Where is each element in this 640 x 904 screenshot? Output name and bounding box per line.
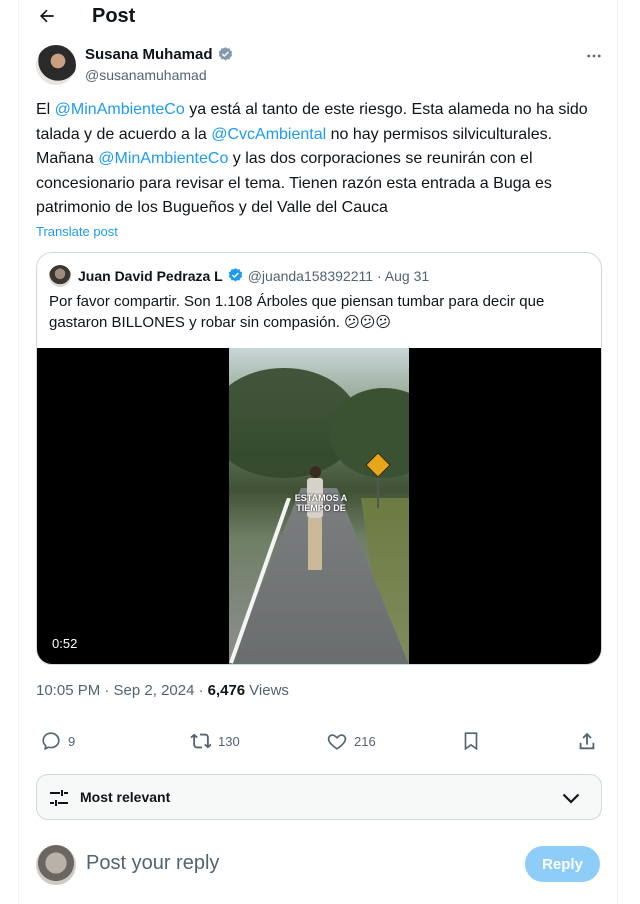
repost-action[interactable]: 130 [190,730,240,752]
video-caption-overlay: ESTAMOS A TIEMPO DE [294,493,348,513]
verified-badge-icon [228,268,242,282]
verified-badge-icon [218,47,232,61]
quoted-post-header: Juan David Pedraza L @juanda158392211 · … [78,267,429,284]
current-user-avatar[interactable] [36,845,76,885]
author-handle[interactable]: @susanamuhamad [85,67,207,83]
like-count: 216 [354,733,376,749]
reply-sort-dropdown[interactable]: Most relevant [36,774,602,820]
reply-input[interactable]: Post your reply [86,852,219,875]
mention-link[interactable]: @MinAmbienteCo [98,150,228,167]
mention-link[interactable]: @CvcAmbiental [211,126,326,143]
reply-button[interactable]: Reply [525,846,600,882]
reply-action[interactable]: 9 [40,730,75,752]
post-timestamp[interactable]: 10:05 PM · Sep 2, 2024 · [36,682,204,699]
bookmark-action[interactable] [460,730,482,752]
share-icon [579,732,595,750]
bookmark-icon [464,732,478,751]
more-options-button[interactable] [582,46,606,66]
heart-icon [327,734,347,750]
author-name-row[interactable]: Susana Muhamad [85,46,234,63]
chevron-down-icon [562,793,580,804]
video-thumbnail: ESTAMOS A TIEMPO DE [229,348,409,664]
arrow-left-icon [40,9,54,23]
post-text: El @MinAmbienteCo ya está al tanto de es… [36,98,606,221]
mention-link[interactable]: @MinAmbienteCo [55,101,185,118]
like-action[interactable]: 216 [326,730,376,752]
author-avatar[interactable] [36,45,76,85]
quoted-author-handle[interactable]: @juanda158392211 [248,268,373,284]
video-duration: 0:52 [52,636,78,651]
reply-bubble-icon [42,732,60,751]
quoted-post-date[interactable]: · Aug 31 [377,268,429,284]
video-scene-person [304,466,326,576]
post-detail-column: Post Susana Muhamad @susanamuhamad El @M… [18,0,618,904]
reply-count: 9 [68,733,76,749]
video-player[interactable]: ESTAMOS A TIEMPO DE 0:52 [37,348,601,664]
views-label: Views [249,682,289,699]
quoted-post[interactable]: Juan David Pedraza L @juanda158392211 · … [36,252,602,665]
repost-icon [190,733,212,749]
quoted-author-avatar[interactable] [49,265,71,287]
more-horizontal-icon [587,54,601,58]
page-title: Post [92,5,136,27]
author-name[interactable]: Susana Muhamad [85,46,213,63]
quoted-author-name[interactable]: Juan David Pedraza L [78,268,223,284]
post-text-segment: El [36,101,55,118]
translate-post-link[interactable]: Translate post [36,224,118,239]
sliders-icon [50,790,68,806]
sort-label: Most relevant [80,789,171,805]
repost-count: 130 [218,733,240,749]
post-meta: 10:05 PM · Sep 2, 2024 · 6,476 Views [36,682,289,699]
action-bar: 9 130 216 [36,728,602,756]
top-bar: Post [19,0,619,32]
quoted-post-text: Por favor compartir. Son 1.108 Árboles q… [49,293,545,331]
share-action[interactable] [576,730,598,752]
back-button[interactable] [35,4,59,28]
views-count: 6,476 [207,682,246,699]
